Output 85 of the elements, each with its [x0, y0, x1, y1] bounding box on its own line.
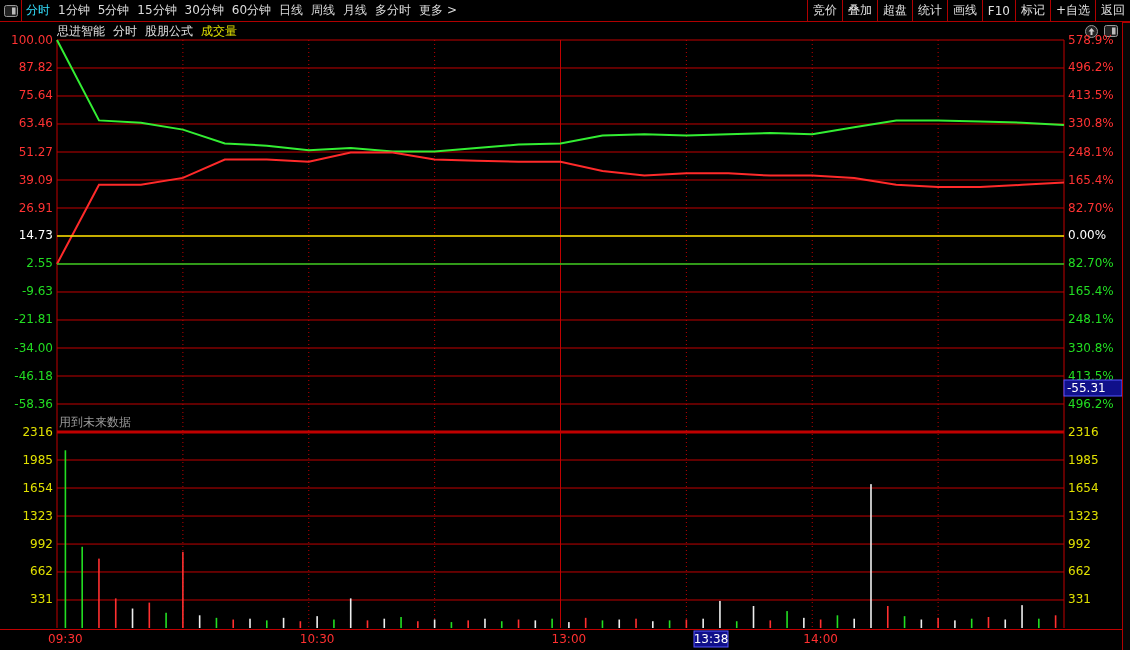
axis-label: 1654	[1068, 480, 1099, 495]
volume-bar	[987, 617, 990, 628]
volume-bar	[584, 617, 587, 628]
axis-label: 2316	[22, 424, 53, 439]
axis-label: 992	[30, 536, 53, 551]
volume-bar	[769, 620, 772, 628]
axis-label: 39.09	[18, 172, 53, 187]
axis-label: 51.27	[18, 144, 53, 159]
axis-label: 1323	[22, 508, 53, 523]
volume-bar	[970, 618, 973, 628]
volume-bar	[349, 598, 352, 628]
axis-label: 413.5%	[1068, 88, 1114, 103]
volume-bar	[618, 619, 621, 628]
volume-bar	[383, 618, 386, 628]
volume-bar	[198, 615, 201, 628]
axis-label: 0.00%	[1068, 228, 1107, 243]
cursor-time-tag: 13:38	[693, 630, 729, 648]
time-label: 14:00	[803, 631, 838, 646]
volume-bar	[366, 620, 369, 628]
axis-label: 14.73	[18, 228, 53, 243]
axis-label: -34.00	[14, 340, 53, 355]
volume-bar	[685, 619, 688, 628]
axis-label: 87.82	[18, 60, 53, 75]
chart-title: 用到未来数据	[59, 414, 131, 429]
axis-label: -58.36	[14, 396, 53, 411]
volume-bar	[752, 606, 755, 628]
axis-label: 165.4%	[1068, 284, 1114, 299]
axis-label: 2.55	[26, 256, 53, 271]
volume-bar	[819, 619, 822, 628]
axis-label: 82.70%	[1068, 200, 1114, 215]
axis-label: -46.18	[14, 368, 53, 383]
panel-toggle-icon[interactable]	[1104, 25, 1118, 37]
time-label: 09:30	[48, 631, 83, 646]
axis-label: 100.00	[11, 32, 53, 47]
axis-label: 330.8%	[1068, 340, 1114, 355]
axis-label: 248.1%	[1068, 312, 1114, 327]
cursor-value-tag: -55.31	[1063, 379, 1123, 397]
axis-label: 496.2%	[1068, 60, 1114, 75]
axis-label: -21.81	[14, 312, 53, 327]
axis-label: 330.8%	[1068, 116, 1114, 131]
axis-label: 992	[1068, 536, 1091, 551]
volume-bar	[148, 602, 151, 628]
volume-bar	[299, 621, 302, 628]
volume-bar	[668, 620, 671, 628]
volume-bar	[114, 598, 117, 628]
volume-bar	[920, 619, 923, 628]
time-label: 10:30	[299, 631, 335, 646]
axis-label: 165.4%	[1068, 172, 1114, 187]
volume-bar	[215, 617, 218, 628]
volume-bar	[903, 616, 906, 628]
axis-label: 1654	[22, 480, 53, 495]
axis-label: 1985	[22, 452, 53, 467]
axis-label: 1985	[1068, 452, 1099, 467]
axis-label: 662	[1068, 564, 1091, 579]
axis-label: 662	[30, 564, 53, 579]
indicator-label: 成交量	[201, 22, 237, 40]
volume-bar	[500, 621, 503, 628]
volume-bar	[1054, 615, 1057, 628]
axis-label: 2316	[1068, 424, 1099, 439]
volume-bar	[450, 622, 453, 628]
axis-label: -9.63	[21, 284, 53, 299]
volume-bar	[282, 617, 285, 628]
formula-label: 股朋公式	[145, 22, 193, 40]
axis-label: 496.2%	[1068, 396, 1114, 411]
axis-label: 75.64	[18, 88, 53, 103]
volume-bar	[433, 619, 436, 628]
chart-mode-label: 分时	[113, 22, 137, 40]
volume-bar	[601, 620, 604, 628]
volume-bar	[735, 621, 738, 628]
axis-label: 1323	[1068, 508, 1099, 523]
volume-bar	[534, 620, 537, 628]
stock-name: 思进智能	[57, 22, 105, 40]
axis-label: 331	[1068, 592, 1091, 607]
axis-label: 331	[30, 592, 53, 607]
volume-bar	[131, 608, 134, 628]
volume-bar	[517, 619, 520, 628]
time-label: 13:00	[551, 631, 587, 646]
axis-label: 578.9%	[1068, 32, 1114, 47]
volume-bar	[1004, 619, 1007, 628]
axis-label: 248.1%	[1068, 144, 1114, 159]
volume-bar	[836, 615, 839, 628]
axis-label: 63.46	[18, 116, 53, 131]
volume-bar	[232, 619, 235, 628]
axis-label: 26.91	[18, 200, 53, 215]
axis-label: 82.70%	[1068, 256, 1114, 271]
